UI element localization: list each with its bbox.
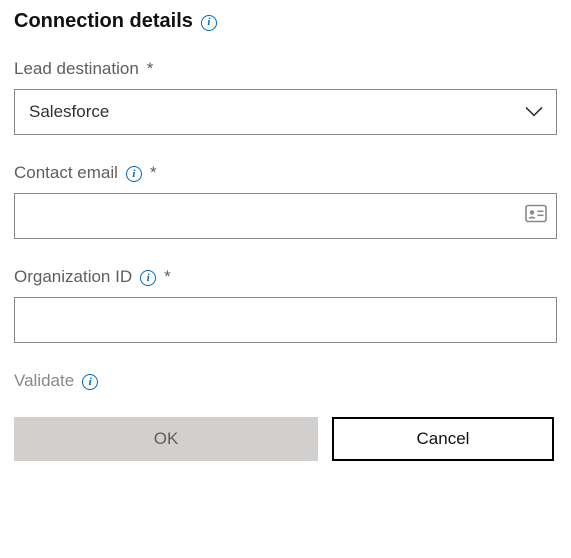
- label-text: Contact email: [14, 163, 118, 183]
- contact-email-input[interactable]: [14, 193, 557, 239]
- lead-destination-group: Lead destination * Salesforce: [14, 59, 557, 135]
- select-value: Salesforce: [29, 102, 109, 122]
- organization-id-label: Organization ID i *: [14, 267, 557, 287]
- validate-label: Validate: [14, 371, 74, 391]
- label-text: Organization ID: [14, 267, 132, 287]
- organization-id-group: Organization ID i *: [14, 267, 557, 343]
- label-text: Lead destination: [14, 59, 139, 79]
- info-icon[interactable]: i: [82, 374, 98, 390]
- info-icon[interactable]: i: [126, 166, 142, 182]
- page-header: Connection details i: [14, 10, 557, 33]
- organization-id-input-wrap: [14, 297, 557, 343]
- ok-button[interactable]: OK: [14, 417, 318, 461]
- required-marker: *: [147, 59, 154, 79]
- button-row: OK Cancel: [14, 417, 557, 461]
- lead-destination-select[interactable]: Salesforce: [14, 89, 557, 135]
- required-marker: *: [150, 163, 157, 183]
- contact-email-label: Contact email i *: [14, 163, 557, 183]
- validate-row: Validate i: [14, 371, 557, 391]
- info-icon[interactable]: i: [140, 270, 156, 286]
- chevron-down-icon: [524, 105, 544, 117]
- required-marker: *: [164, 267, 171, 287]
- contact-email-group: Contact email i *: [14, 163, 557, 239]
- organization-id-input[interactable]: [14, 297, 557, 343]
- contact-email-input-wrap: [14, 193, 557, 239]
- cancel-button[interactable]: Cancel: [332, 417, 554, 461]
- page-title: Connection details: [14, 10, 193, 33]
- info-icon[interactable]: i: [201, 15, 217, 31]
- contact-card-icon: [525, 205, 547, 228]
- lead-destination-label: Lead destination *: [14, 59, 557, 79]
